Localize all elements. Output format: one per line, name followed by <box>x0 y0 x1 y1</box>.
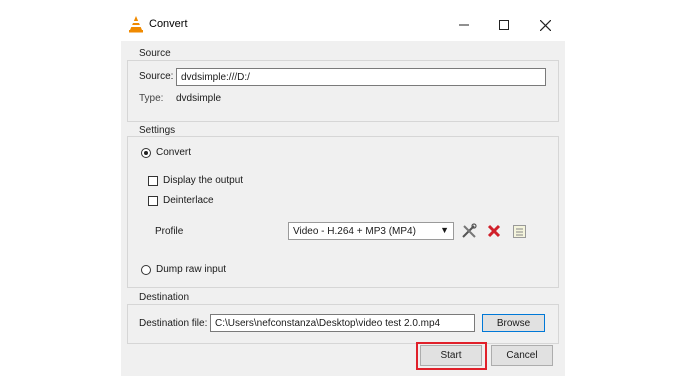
window-title: Convert <box>149 18 188 30</box>
browse-button[interactable]: Browse <box>482 314 545 332</box>
source-input[interactable]: dvdsimple:///D:/ <box>176 68 546 86</box>
destination-file-input[interactable]: C:\Users\nefconstanza\Desktop\video test… <box>210 314 475 332</box>
maximize-button[interactable] <box>489 14 519 36</box>
delete-profile-button[interactable] <box>485 222 503 240</box>
type-label: Type: <box>139 93 164 104</box>
destination-file-label: Destination file: <box>139 318 208 329</box>
display-output-checkbox[interactable] <box>148 176 158 186</box>
profile-select-value: Video - H.264 + MP3 (MP4) <box>293 226 416 237</box>
start-button-highlight <box>416 342 487 370</box>
maximize-icon <box>499 20 509 30</box>
dump-raw-radio[interactable] <box>141 265 151 275</box>
new-profile-button[interactable] <box>510 222 528 240</box>
dump-raw-label[interactable]: Dump raw input <box>156 264 226 275</box>
convert-dialog: Convert Source Source: dvdsimple:///D:/ … <box>121 8 565 376</box>
deinterlace-label[interactable]: Deinterlace <box>163 195 214 206</box>
close-icon <box>539 19 551 31</box>
profile-select[interactable]: Video - H.264 + MP3 (MP4) ▼ <box>288 222 454 240</box>
title-bar: Convert <box>121 8 565 41</box>
source-label: Source: <box>139 71 174 82</box>
vlc-cone-icon <box>129 16 143 33</box>
close-button[interactable] <box>530 14 560 36</box>
display-output-label[interactable]: Display the output <box>163 175 243 186</box>
profile-label: Profile <box>155 226 184 237</box>
source-group-label: Source <box>137 48 173 59</box>
type-value: dvdsimple <box>176 93 222 104</box>
convert-radio[interactable] <box>141 148 151 158</box>
delete-x-icon <box>487 224 501 238</box>
chevron-down-icon: ▼ <box>440 225 449 235</box>
new-profile-icon <box>512 224 526 238</box>
minimize-icon <box>459 24 469 26</box>
convert-radio-label[interactable]: Convert <box>156 147 191 158</box>
destination-group-label: Destination <box>137 292 192 303</box>
minimize-button[interactable] <box>449 14 479 36</box>
deinterlace-checkbox[interactable] <box>148 196 158 206</box>
edit-profile-button[interactable] <box>460 222 478 240</box>
tools-icon <box>462 223 477 238</box>
settings-group-label: Settings <box>137 125 178 136</box>
cancel-button[interactable]: Cancel <box>491 345 553 366</box>
